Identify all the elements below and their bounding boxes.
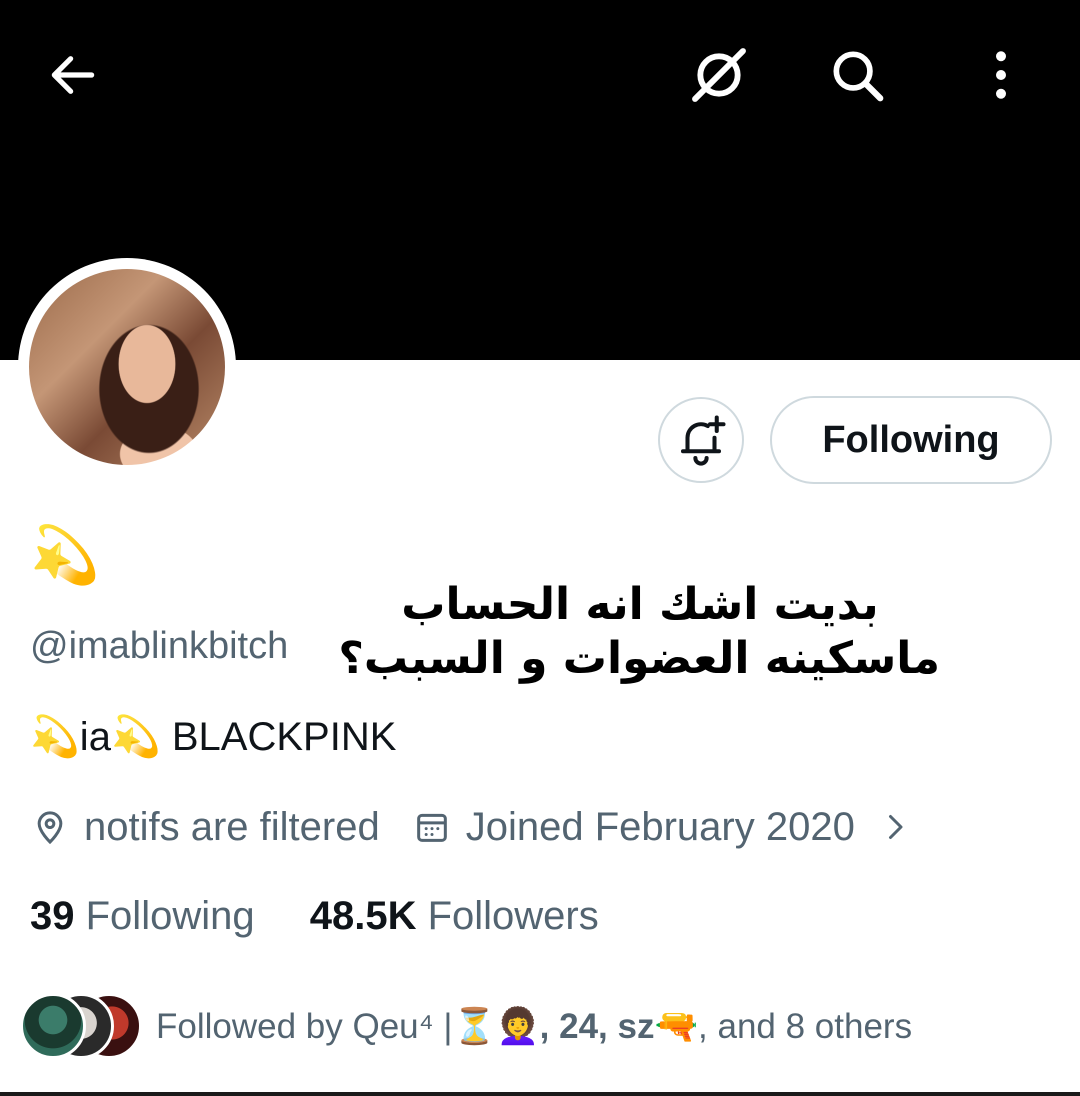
display-name: 💫 [30,523,100,586]
grok-button[interactable] [684,40,754,110]
followed-by-text: Followed by Qeu⁴ |⏳👩‍🦱, 24, sz🔫, and 8 o… [156,1006,912,1047]
followed-by-prefix: Followed by Qeu⁴ |⏳👩‍🦱 [156,1006,540,1046]
bell-plus-icon [680,415,726,466]
profile-stats: 39 Following 48.5K Followers [30,890,599,942]
followers-count: 48.5K [309,894,417,938]
profile-bio: 💫ia💫 BLACKPINK [30,715,397,759]
followed-by-row[interactable]: Followed by Qeu⁴ |⏳👩‍🦱, 24, sz🔫, and 8 o… [20,990,912,1062]
following-button[interactable]: Following [770,396,1052,484]
back-button[interactable] [38,40,108,110]
grok-icon [692,48,746,102]
joined-text: Joined February 2020 [465,804,855,849]
search-icon [833,51,884,102]
avatar-image [29,269,225,465]
chevron-right-icon[interactable] [877,809,913,845]
notify-button[interactable] [658,397,744,483]
profile-avatar[interactable] [18,258,236,476]
more-button[interactable] [966,40,1036,110]
profile-meta: notifs are filtered Joined February 2020 [30,800,913,854]
arrow-left-icon [51,56,95,94]
overlay-caption-line2: ماسكينه العضوات و السبب؟ [338,633,940,684]
follower-avatar [20,993,86,1059]
followers-label: Followers [427,894,599,938]
more-vertical-icon [996,51,1006,99]
profile-handle: @imablinkbitch [30,625,289,667]
followers-stat[interactable]: 48.5K Followers [310,894,599,938]
overlay-caption-line1: بديت اشك انه الحساب [401,579,879,630]
followed-by-suffix: , and 8 others [698,1006,913,1046]
location-text: notifs are filtered [84,804,380,849]
location-item: notifs are filtered [30,805,380,850]
following-stat[interactable]: 39 Following [30,894,266,938]
followed-by-names: , 24, sz🔫 [539,1006,699,1046]
calendar-icon [416,813,447,842]
search-button[interactable] [822,40,892,110]
joined-item: Joined February 2020 [412,805,855,850]
bottom-divider [0,1092,1080,1096]
location-pin-icon [37,811,63,845]
following-count: 39 [30,894,75,938]
following-label: Following [85,894,255,938]
overlay-caption: بديت اشك انه الحساب ماسكينه العضوات و ال… [338,578,940,686]
